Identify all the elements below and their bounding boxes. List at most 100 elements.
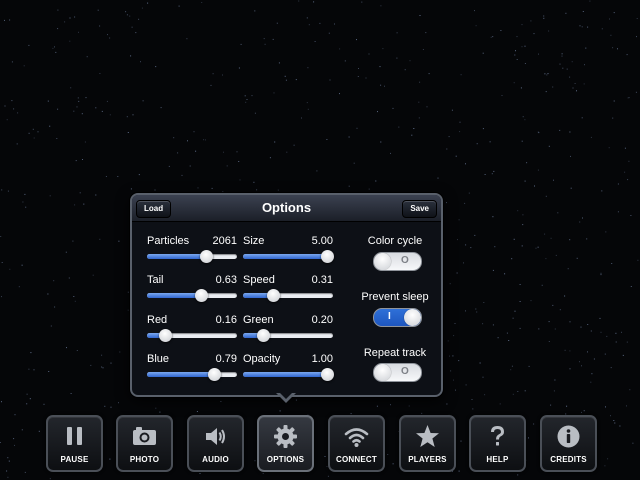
slider-track[interactable]	[243, 293, 333, 298]
star-particle	[285, 79, 287, 81]
star-particle	[548, 321, 550, 323]
slider-knob[interactable]	[207, 368, 221, 381]
help-button[interactable]: HELP	[469, 415, 526, 472]
popover-title: Options	[261, 200, 312, 215]
star-particle	[390, 152, 391, 154]
star-particle	[530, 300, 532, 302]
star-particle	[621, 331, 622, 333]
star-particle	[515, 50, 516, 52]
credits-button[interactable]: CREDITS	[540, 415, 597, 472]
prevent-sleep-toggle[interactable]: I	[373, 308, 422, 327]
star-particle	[24, 193, 26, 195]
star-particle	[463, 262, 464, 264]
slider-opacity[interactable]: Opacity 1.00	[243, 353, 334, 387]
star-particle	[33, 369, 35, 371]
star-particle	[419, 15, 421, 16]
photo-button[interactable]: PHOTO	[116, 415, 173, 472]
star-particle	[569, 321, 571, 323]
star-particle	[127, 309, 129, 311]
slider-knob[interactable]	[159, 329, 172, 342]
star-particle	[6, 119, 8, 121]
star-particle	[453, 379, 454, 381]
color-cycle-toggle[interactable]: O	[373, 252, 422, 271]
star-particle	[528, 437, 529, 439]
star-particle	[449, 355, 450, 357]
star-particle	[632, 442, 634, 444]
star-particle	[14, 444, 15, 446]
star-icon	[416, 425, 439, 447]
slider-green[interactable]: Green 0.20	[243, 314, 333, 348]
star-particle	[361, 1, 363, 3]
slider-knob[interactable]	[256, 329, 270, 342]
star-particle	[97, 9, 99, 11]
slider-knob[interactable]	[195, 289, 208, 302]
star-particle	[421, 412, 423, 414]
slider-value: 2061	[212, 235, 237, 247]
star-particle	[4, 19, 5, 21]
star-particle	[293, 144, 295, 146]
star-particle	[398, 126, 400, 128]
star-particle	[511, 365, 513, 367]
slider-track[interactable]	[147, 254, 237, 259]
slider-blue[interactable]: Blue 0.79	[147, 353, 237, 387]
slider-knob[interactable]	[266, 289, 280, 302]
star-particle	[238, 161, 240, 162]
star-particle	[348, 185, 350, 187]
star-particle	[177, 152, 179, 154]
slider-label: Red	[147, 314, 168, 326]
star-particle	[28, 44, 30, 46]
star-particle	[474, 10, 475, 12]
star-particle	[580, 326, 582, 328]
slider-particles[interactable]: Particles 2061	[147, 235, 237, 269]
slider-speed[interactable]: Speed 0.31	[243, 274, 333, 308]
star-particle	[95, 194, 97, 196]
load-button[interactable]: Load	[136, 200, 172, 218]
slider-track[interactable]	[147, 293, 237, 298]
star-particle	[514, 54, 516, 56]
pause-button[interactable]: PAUSE	[46, 415, 103, 472]
slider-track[interactable]	[147, 372, 237, 377]
star-particle	[1, 189, 3, 191]
options-button[interactable]: OPTIONS	[257, 415, 314, 472]
star-particle	[7, 190, 9, 192]
star-particle	[29, 398, 31, 400]
toggle-knob	[374, 253, 391, 270]
star-particle	[538, 53, 539, 55]
connect-button[interactable]: CONNECT	[328, 415, 385, 472]
save-button[interactable]: Save	[402, 200, 437, 218]
star-particle	[47, 293, 49, 295]
star-particle	[127, 291, 129, 293]
slider-track[interactable]	[243, 254, 333, 259]
star-particle	[316, 170, 318, 172]
star-particle	[453, 335, 455, 337]
star-particle	[484, 394, 486, 396]
star-particle	[593, 358, 595, 360]
star-particle	[53, 280, 55, 282]
slider-knob[interactable]	[199, 250, 213, 263]
slider-size[interactable]: Size 5.00	[243, 235, 334, 269]
star-particle	[4, 105, 6, 107]
star-particle	[553, 179, 554, 181]
audio-button[interactable]: AUDIO	[187, 415, 244, 472]
slider-value: 0.31	[311, 274, 333, 286]
star-particle	[21, 429, 23, 431]
slider-knob[interactable]	[320, 250, 334, 263]
slider-knob[interactable]	[320, 368, 334, 381]
star-particle	[129, 15, 131, 17]
star-particle	[504, 273, 506, 275]
repeat-track-toggle[interactable]: O	[373, 363, 422, 382]
star-particle	[581, 365, 582, 367]
star-particle	[78, 100, 80, 102]
slider-red[interactable]: Red 0.16	[147, 314, 237, 348]
slider-tail[interactable]: Tail 0.63	[147, 274, 237, 308]
star-particle	[548, 30, 550, 32]
players-button[interactable]: PLAYERS	[399, 415, 456, 472]
star-particle	[545, 91, 547, 93]
star-particle	[118, 240, 120, 242]
star-particle	[548, 341, 550, 342]
gear-icon	[274, 425, 297, 448]
slider-track[interactable]	[243, 372, 333, 377]
star-particle	[409, 60, 411, 62]
star-particle	[613, 12, 615, 14]
options-label: OPTIONS	[266, 455, 305, 464]
